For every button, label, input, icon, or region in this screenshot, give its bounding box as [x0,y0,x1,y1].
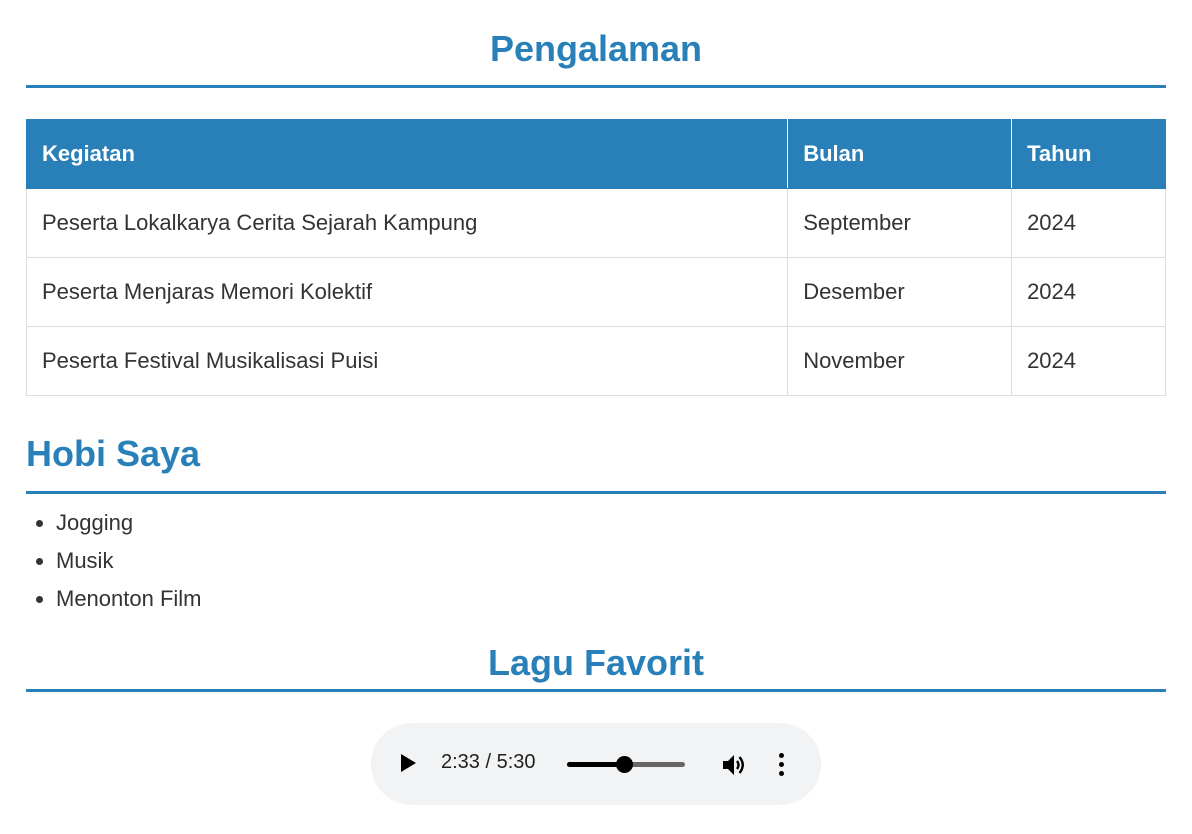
time-separator: / [479,751,497,773]
table-row: Peserta Festival Musikalisasi Puisi Nove… [25,326,1166,396]
cell-kegiatan: Peserta Menjaras Memori Kolektif [25,257,789,327]
more-options-icon[interactable] [779,753,785,777]
seek-thumb[interactable] [615,756,633,773]
volume-icon[interactable] [721,753,747,777]
pengalaman-heading: Pengalaman [26,0,1166,88]
list-item: Menonton Film [56,580,1166,618]
table-row: Peserta Menjaras Memori Kolektif Desembe… [25,257,1166,327]
cell-bulan: November [787,326,1013,396]
cell-bulan: Desember [787,257,1013,327]
experience-table: Kegiatan Bulan Tahun Peserta Lokalkarya … [25,119,1166,396]
time-display: 2:33 / 5:30 [441,751,536,774]
column-header-bulan: Bulan [787,119,1013,189]
list-item: Musik [56,542,1166,580]
hobby-list: Jogging Musik Menonton Film [26,504,1166,618]
duration: 5:30 [496,751,536,773]
hobi-heading: Hobi Saya [26,433,1166,494]
page: Pengalaman Kegiatan Bulan Tahun Peserta … [25,0,1166,805]
lagu-heading: Lagu Favorit [26,645,1166,692]
cell-kegiatan: Peserta Lokalkarya Cerita Sejarah Kampun… [25,188,789,258]
cell-tahun: 2024 [1011,257,1166,327]
cell-kegiatan: Peserta Festival Musikalisasi Puisi [25,326,789,396]
column-header-kegiatan: Kegiatan [25,119,789,189]
table-row: Peserta Lokalkarya Cerita Sejarah Kampun… [25,188,1166,258]
play-icon[interactable] [401,754,416,772]
audio-container: 2:33 / 5:30 [26,723,1166,805]
cell-bulan: September [787,188,1013,258]
list-item: Jogging [56,504,1166,542]
cell-tahun: 2024 [1011,188,1166,258]
cell-tahun: 2024 [1011,326,1166,396]
seek-slider[interactable] [567,756,685,773]
audio-player: 2:33 / 5:30 [371,723,821,805]
column-header-tahun: Tahun [1011,119,1166,189]
current-time: 2:33 [441,751,480,773]
table-header-row: Kegiatan Bulan Tahun [25,119,1166,189]
